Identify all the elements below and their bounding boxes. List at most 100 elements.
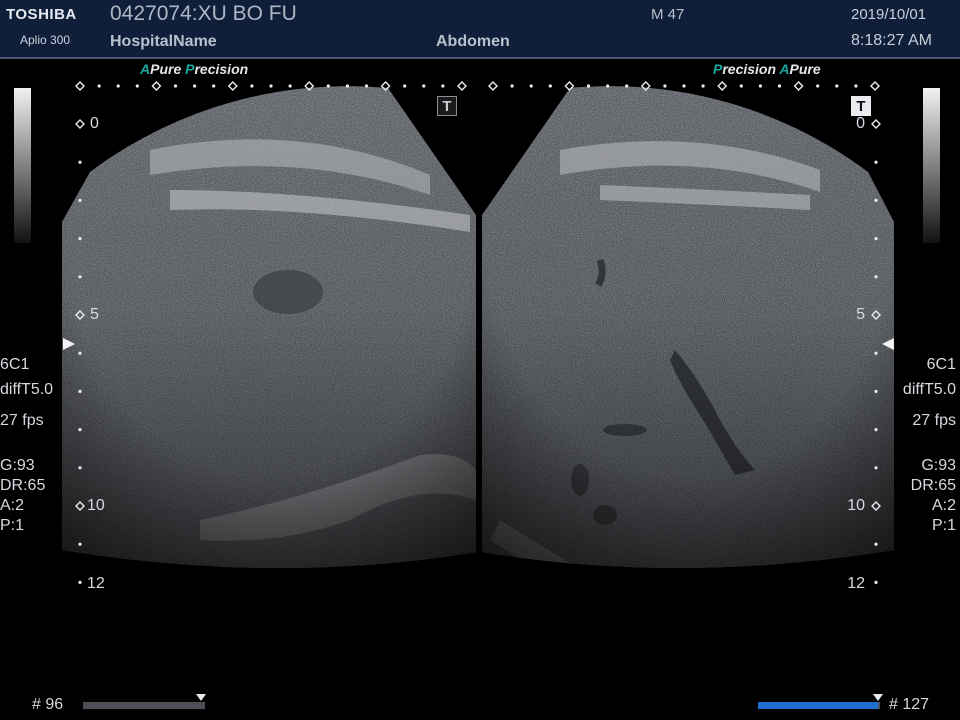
- lateral-minor-tick: [97, 84, 101, 88]
- depth-minor-tick: [874, 542, 878, 546]
- lateral-minor-tick: [854, 84, 858, 88]
- right-cine-bar[interactable]: [758, 702, 880, 709]
- lateral-minor-tick: [663, 84, 667, 88]
- right-brand-tag: Precision APure: [713, 61, 821, 77]
- lateral-minor-tick: [625, 84, 629, 88]
- depth-minor-tick: [78, 580, 82, 585]
- depth-minor-tick: [874, 275, 878, 279]
- left-frame-number: # 96: [32, 696, 64, 713]
- right-imaging-mode: diffT5.0: [902, 381, 956, 398]
- lateral-minor-tick: [701, 84, 705, 88]
- left-depth-label-5: 5: [90, 306, 99, 323]
- left-p-value: P:1: [0, 517, 25, 534]
- lateral-minor-tick: [364, 84, 369, 88]
- right-depth-label-0: 0: [856, 115, 865, 132]
- lateral-minor-tick: [606, 84, 610, 88]
- right-lateral-scale: [488, 81, 880, 91]
- lateral-minor-tick: [135, 84, 139, 88]
- right-depth-label-12: 12: [847, 575, 865, 592]
- depth-major-tick: [75, 119, 85, 129]
- lateral-minor-tick: [193, 84, 197, 88]
- right-frame-rate: 27 fps: [912, 412, 956, 429]
- lateral-minor-tick: [250, 84, 254, 88]
- lateral-minor-tick: [403, 84, 407, 88]
- left-gain: G:93: [0, 457, 35, 474]
- left-cine-marker[interactable]: [196, 694, 207, 701]
- lateral-minor-tick: [510, 84, 514, 88]
- lateral-minor-tick: [441, 84, 445, 88]
- lateral-minor-tick: [326, 84, 330, 88]
- lateral-minor-tick: [682, 84, 686, 88]
- lateral-minor-tick: [777, 84, 782, 88]
- right-cine-fill: [758, 702, 878, 709]
- lateral-minor-tick: [835, 84, 839, 88]
- lateral-major-tick: [793, 81, 804, 91]
- left-depth-label-0: 0: [90, 115, 99, 132]
- right-frame-number: # 127: [889, 696, 930, 713]
- depth-minor-tick: [874, 428, 878, 432]
- lateral-minor-tick: [529, 84, 533, 88]
- lateral-minor-tick: [816, 84, 820, 88]
- lateral-major-tick: [870, 81, 880, 91]
- lateral-minor-tick: [173, 84, 178, 88]
- depth-minor-tick: [874, 351, 878, 355]
- depth-minor-tick: [78, 351, 82, 355]
- image-area: [14, 81, 940, 585]
- left-sector-image: [62, 86, 476, 569]
- right-cine-marker[interactable]: [872, 694, 883, 701]
- depth-minor-tick: [874, 580, 878, 585]
- lateral-minor-tick: [345, 84, 349, 88]
- depth-minor-tick: [874, 198, 878, 202]
- depth-minor-tick: [78, 542, 82, 546]
- left-trapezoid-icon[interactable]: T: [437, 96, 457, 116]
- right-gain: G:93: [921, 457, 956, 474]
- right-a-value: A:2: [931, 497, 956, 514]
- lateral-minor-tick: [586, 84, 591, 88]
- lateral-minor-tick: [212, 84, 216, 88]
- lateral-major-tick: [151, 81, 162, 91]
- depth-major-tick: [871, 119, 881, 129]
- lateral-major-tick: [227, 81, 238, 91]
- depth-minor-tick: [874, 160, 878, 164]
- left-probe-name: 6C1: [0, 356, 30, 373]
- depth-minor-tick: [78, 275, 82, 279]
- depth-minor-tick: [874, 466, 878, 470]
- ultrasound-screen: TOSHIBA Aplio 300 0427074:XU BO FU Hospi…: [0, 0, 960, 720]
- right-dynamic-range: DR:65: [910, 477, 956, 494]
- left-lateral-scale: [75, 81, 467, 91]
- lateral-minor-tick: [758, 84, 763, 88]
- depth-minor-tick: [78, 160, 82, 164]
- depth-minor-tick: [78, 466, 82, 470]
- right-grayscale-bar: [923, 88, 940, 243]
- depth-minor-tick: [874, 389, 878, 393]
- lateral-minor-tick: [739, 84, 743, 88]
- lateral-minor-tick: [548, 84, 552, 88]
- right-probe-name: 6C1: [926, 356, 956, 373]
- left-frame-rate: 27 fps: [0, 412, 44, 429]
- depth-minor-tick: [78, 198, 82, 202]
- lateral-major-tick: [488, 81, 498, 91]
- depth-minor-tick: [78, 428, 82, 432]
- lateral-minor-tick: [288, 84, 292, 88]
- left-cine-bar[interactable]: [83, 702, 205, 709]
- depth-minor-tick: [78, 237, 82, 241]
- depth-minor-tick: [874, 237, 878, 241]
- left-imaging-mode: diffT5.0: [0, 381, 54, 398]
- right-depth-label-10: 10: [847, 497, 865, 514]
- left-a-value: A:2: [0, 497, 25, 514]
- lateral-minor-tick: [269, 84, 273, 88]
- right-trapezoid-icon[interactable]: T: [851, 96, 871, 116]
- left-depth-label-12: 12: [87, 575, 105, 592]
- left-grayscale-bar: [14, 88, 31, 243]
- left-cine-fill: [83, 702, 202, 709]
- lateral-major-tick: [457, 81, 467, 91]
- left-dynamic-range: DR:65: [0, 477, 46, 494]
- lateral-major-tick: [75, 81, 85, 91]
- right-depth-label-5: 5: [856, 306, 865, 323]
- left-depth-label-10: 10: [87, 497, 105, 514]
- right-sector-image: [482, 86, 894, 569]
- lateral-minor-tick: [422, 84, 426, 88]
- left-brand-tag: APure Precision: [140, 61, 249, 77]
- right-p-value: P:1: [931, 517, 956, 534]
- lateral-minor-tick: [116, 84, 120, 88]
